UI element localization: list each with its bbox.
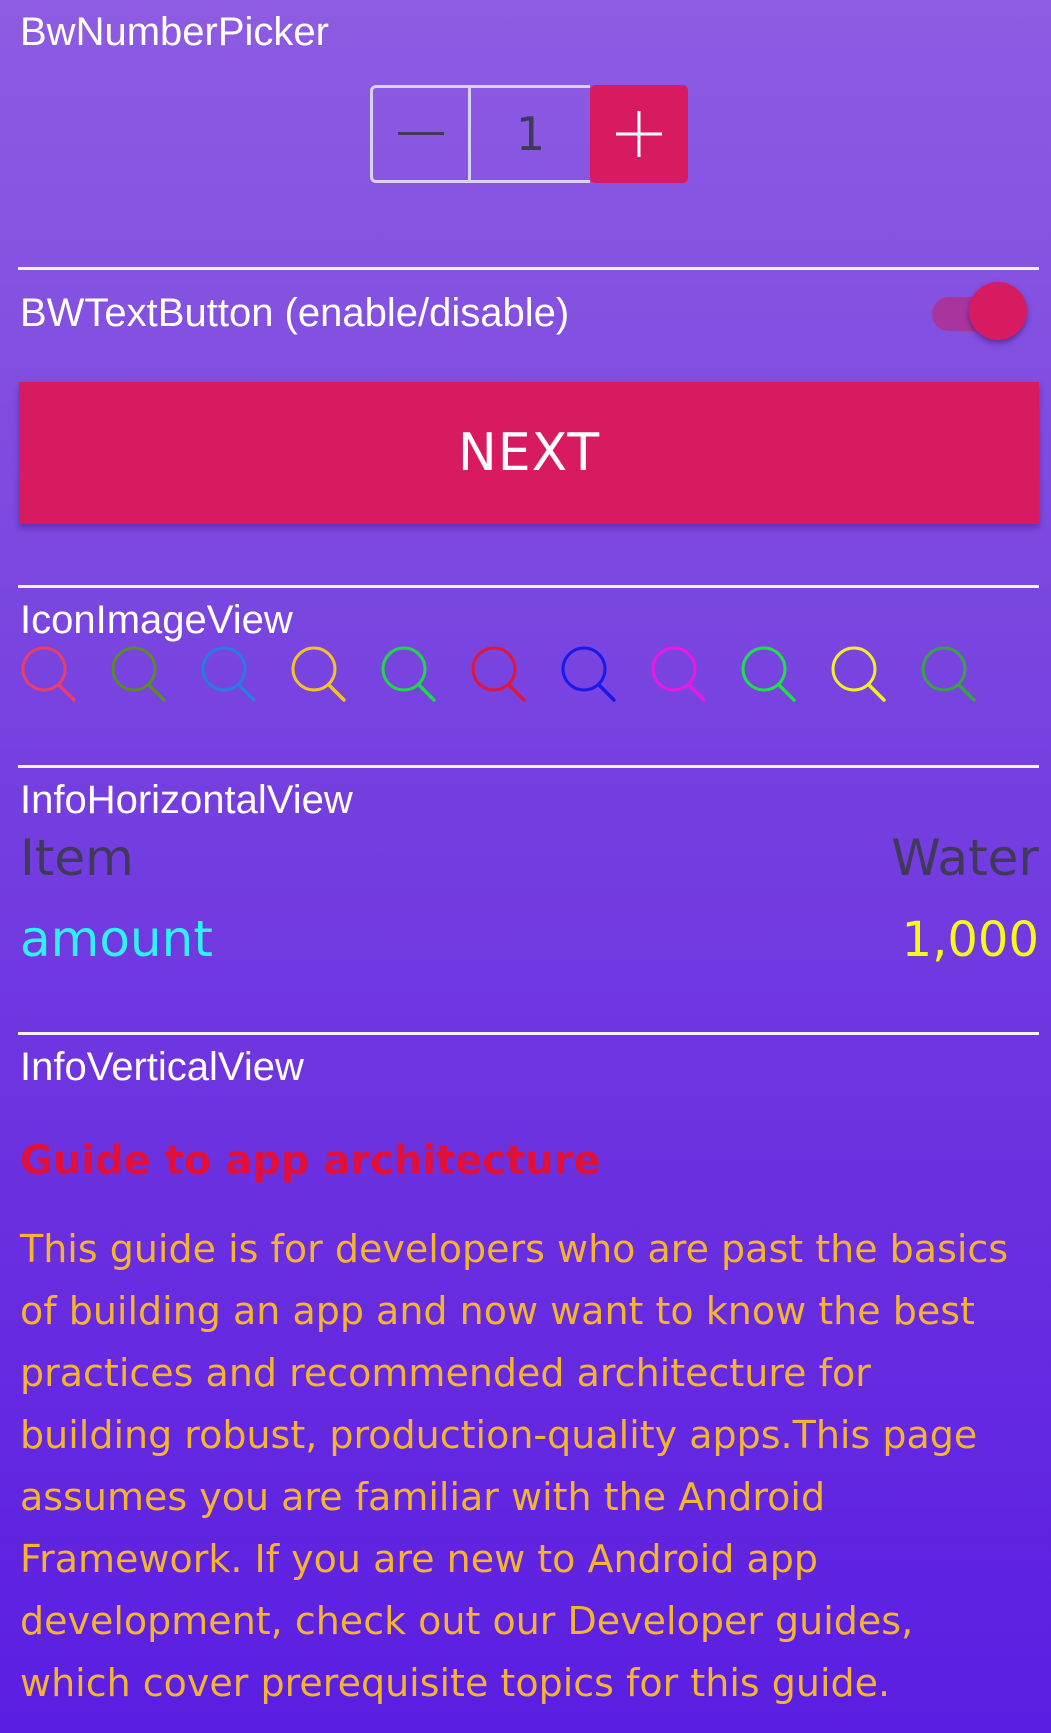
text-button-section-label: BWTextButton (enable/disable) bbox=[20, 291, 570, 335]
icon-slot bbox=[289, 645, 379, 707]
search-icon bbox=[561, 646, 616, 702]
icon-slot bbox=[109, 645, 199, 707]
info-value: 1,000 bbox=[901, 912, 1039, 968]
icon-slot bbox=[469, 645, 559, 707]
divider bbox=[18, 585, 1039, 588]
number-picker-section-label: BwNumberPicker bbox=[20, 10, 329, 54]
minus-icon bbox=[397, 132, 444, 135]
search-icon bbox=[921, 646, 976, 702]
info-vertical-view-section-label: InfoVerticalView bbox=[20, 1045, 304, 1089]
search-icon bbox=[201, 646, 256, 702]
decrement-button[interactable] bbox=[370, 85, 468, 183]
increment-button[interactable] bbox=[590, 85, 688, 183]
info-row-amount: amount 1,000 bbox=[20, 910, 1039, 968]
divider bbox=[18, 1032, 1039, 1035]
search-icon bbox=[111, 646, 166, 702]
toggle-thumb bbox=[969, 282, 1027, 340]
search-icon bbox=[741, 646, 796, 702]
icon-slot bbox=[829, 645, 919, 707]
info-value: Water bbox=[891, 829, 1039, 887]
icon-slot bbox=[919, 645, 1009, 707]
info-row-item: Item Water bbox=[20, 829, 1039, 887]
icon-slot bbox=[739, 645, 829, 707]
icon-image-view-section-label: IconImageView bbox=[20, 598, 293, 642]
info-vertical-body: This guide is for developers who are pas… bbox=[20, 1227, 1009, 1705]
icon-slot bbox=[199, 645, 289, 707]
icon-row bbox=[19, 645, 1009, 707]
search-icon bbox=[831, 646, 886, 702]
icon-slot bbox=[19, 645, 109, 707]
icon-slot bbox=[559, 645, 649, 707]
number-picker: 1 bbox=[370, 85, 688, 183]
plus-icon bbox=[616, 111, 662, 157]
search-icon bbox=[291, 646, 346, 702]
icon-slot bbox=[379, 645, 469, 707]
next-button[interactable]: NEXT bbox=[19, 382, 1039, 524]
divider bbox=[18, 267, 1039, 270]
search-icon bbox=[651, 646, 706, 702]
info-vertical-title: Guide to app architecture bbox=[20, 1138, 601, 1184]
search-icon bbox=[381, 646, 436, 702]
icon-slot bbox=[649, 645, 739, 707]
divider bbox=[18, 765, 1039, 768]
info-label: Item bbox=[20, 829, 134, 887]
info-horizontal-view-section-label: InfoHorizontalView bbox=[20, 778, 353, 822]
number-picker-value[interactable]: 1 bbox=[468, 85, 590, 183]
search-icon bbox=[21, 646, 76, 702]
info-label: amount bbox=[20, 910, 213, 968]
search-icon bbox=[471, 646, 526, 702]
enable-toggle-switch[interactable] bbox=[928, 278, 1032, 346]
